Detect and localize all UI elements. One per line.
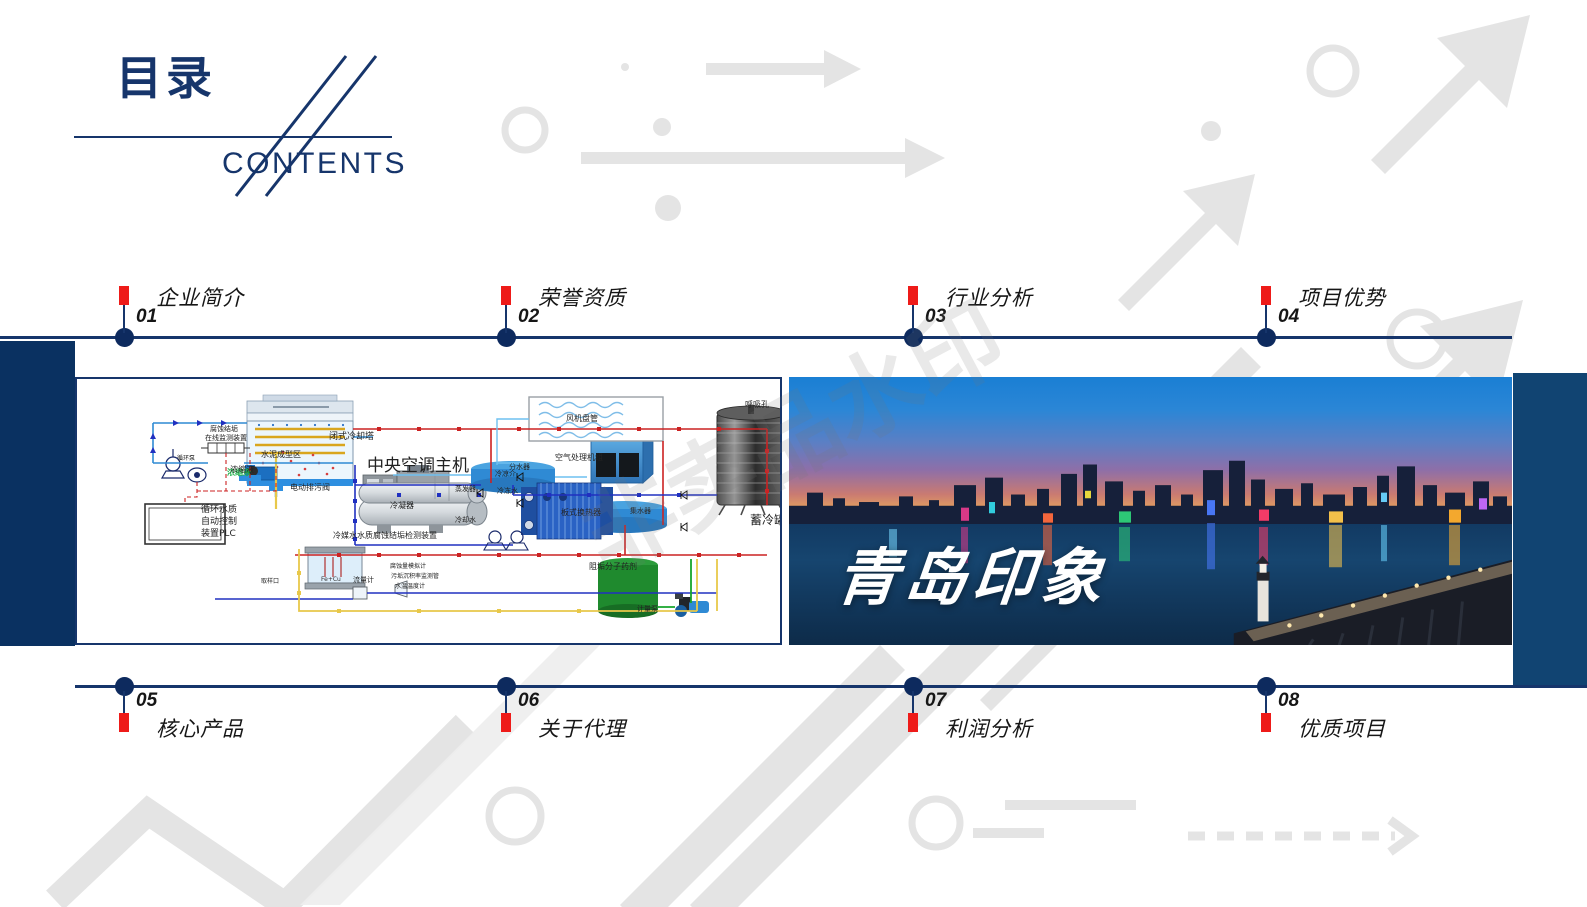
hvac-label: 自动控制: [201, 515, 237, 527]
hvac-label: 循环泵: [177, 454, 195, 462]
hvac-label: 阻垢分子药剂: [589, 561, 637, 571]
timeline-number: 08: [1278, 690, 1300, 711]
timeline-number: 05: [136, 690, 158, 711]
lighthouse: [1255, 555, 1270, 622]
hvac-label: 风机盘管: [566, 413, 598, 423]
hvac-label: 分水器: [509, 462, 530, 471]
timeline-marker-square: [119, 286, 129, 305]
timeline-label[interactable]: 核心产品: [156, 713, 244, 743]
timeline-rule-top: [0, 336, 1512, 339]
hvac-label: 空气处理机组: [555, 452, 603, 462]
hvac-label: 计量泵: [637, 604, 658, 613]
hvac-label: 污垢沉积率监测管: [391, 572, 439, 580]
dosing-pump: [675, 593, 709, 617]
hvac-label: 流量计: [353, 575, 374, 584]
decor-arrow-small-horizontal: [706, 50, 861, 88]
page-title-block: 目录 CONTENTS: [74, 51, 504, 197]
decor-dashed-arrow: [1188, 816, 1420, 856]
hvac-label: 呼吸孔: [745, 399, 769, 409]
hvac-label: 电动排污阀: [290, 482, 330, 492]
timeline-label[interactable]: 行业分析: [945, 282, 1033, 312]
corrosion-monitor-device: [201, 442, 250, 454]
photo-pier-lighthouse: [1233, 555, 1512, 645]
timeline-marker-square: [119, 713, 129, 732]
hvac-label: 水温温度计: [395, 582, 425, 590]
hvac-label: 冷冻水: [497, 486, 518, 495]
photo-calligraphy-text: 青岛印象: [832, 541, 1113, 614]
decor-dot: [621, 63, 629, 71]
decor-circle-outline: [908, 795, 964, 851]
decor-arrow-long-horizontal: [581, 138, 945, 178]
slide-root: 目录 CONTENTS 浓缩液 Fe+Cu 闭式冷却塔 中央空调主机 腐蚀结垢 …: [0, 0, 1587, 907]
timeline-rule-bottom: [75, 685, 1587, 688]
qingdao-photo-panel: 青岛印象: [789, 377, 1512, 645]
timeline-marker-square: [908, 286, 918, 305]
hvac-label: 取样口: [261, 577, 279, 585]
page-title: 目录: [116, 51, 216, 105]
timeline-marker-square: [1261, 286, 1271, 305]
timeline-label[interactable]: 项目优势: [1298, 282, 1386, 312]
timeline-number: 07: [925, 690, 947, 711]
decor-circle-outline: [501, 106, 549, 154]
hvac-schematic: 浓缩液 Fe+Cu 闭式冷却塔中央空调主机腐蚀结垢在线监测装置循环泵浓缩液水泥成…: [144, 394, 782, 618]
hvac-label: 中央空调主机: [367, 456, 469, 476]
hvac-label: 冷媒水水质腐蚀结垢检测装置: [333, 530, 437, 540]
navy-block-left: [0, 341, 75, 646]
timeline-label[interactable]: 利润分析: [945, 713, 1033, 743]
cold-storage-tank: [716, 405, 780, 516]
decor-dot: [653, 118, 671, 136]
hvac-label: 水泥成型区: [261, 449, 301, 459]
decor-zigzag: [46, 714, 475, 907]
decor-dot: [655, 195, 681, 221]
timeline-marker-square: [501, 286, 511, 305]
navy-block-right: [1513, 373, 1587, 686]
hvac-label: 装置PLC: [201, 527, 236, 539]
svg-text:Fe+Cu: Fe+Cu: [321, 576, 341, 583]
timeline-marker-square: [501, 713, 511, 732]
timeline-number: 02: [518, 306, 540, 327]
flow-meter: [352, 586, 368, 600]
decor-dot: [1201, 121, 1221, 141]
hvac-label: 蓄冷罐: [750, 513, 782, 527]
decor-circle-outline: [1306, 44, 1360, 98]
timeline-number: 04: [1278, 306, 1300, 327]
hvac-label: 腐蚀量模拟计: [390, 562, 426, 570]
decor-bars: [973, 800, 1136, 838]
decor-center-band: [300, 645, 600, 905]
decor-circle-outline: [485, 786, 545, 846]
timeline-number: 06: [518, 690, 540, 711]
timeline-marker-square: [908, 713, 918, 732]
hvac-diagram-panel: 浓缩液 Fe+Cu 闭式冷却塔 中央空调主机 腐蚀结垢 在线监测装置 循环泵 浓…: [75, 377, 782, 645]
hvac-label: 蒸发器: [455, 484, 476, 493]
timeline-label[interactable]: 荣誉资质: [538, 282, 626, 312]
timeline-label[interactable]: 优质项目: [1298, 713, 1386, 743]
timeline-marker-square: [1261, 713, 1271, 732]
hvac-label: 腐蚀结垢: [210, 424, 238, 433]
hvac-label: 集水器: [630, 506, 651, 515]
hvac-label: 冷却水: [455, 515, 476, 524]
gauge-meter: [187, 467, 207, 483]
hvac-label: 浓缩液: [230, 464, 254, 474]
timeline-number: 01: [136, 306, 158, 327]
hvac-label: 板式换热器: [561, 507, 601, 517]
timeline-label[interactable]: 企业简介: [156, 282, 244, 312]
decor-circle-outline: [1386, 308, 1448, 370]
secondary-pump: [483, 530, 507, 551]
hvac-label: 循环水质: [201, 503, 237, 515]
hvac-label: 闭式冷却塔: [329, 430, 374, 442]
timeline-number: 03: [925, 306, 947, 327]
hvac-label: 冷凝器: [390, 500, 414, 510]
hvac-label: 在线监测装置: [205, 433, 247, 442]
page-subtitle: CONTENTS: [222, 147, 407, 180]
timeline-label[interactable]: 关于代理: [538, 713, 626, 743]
